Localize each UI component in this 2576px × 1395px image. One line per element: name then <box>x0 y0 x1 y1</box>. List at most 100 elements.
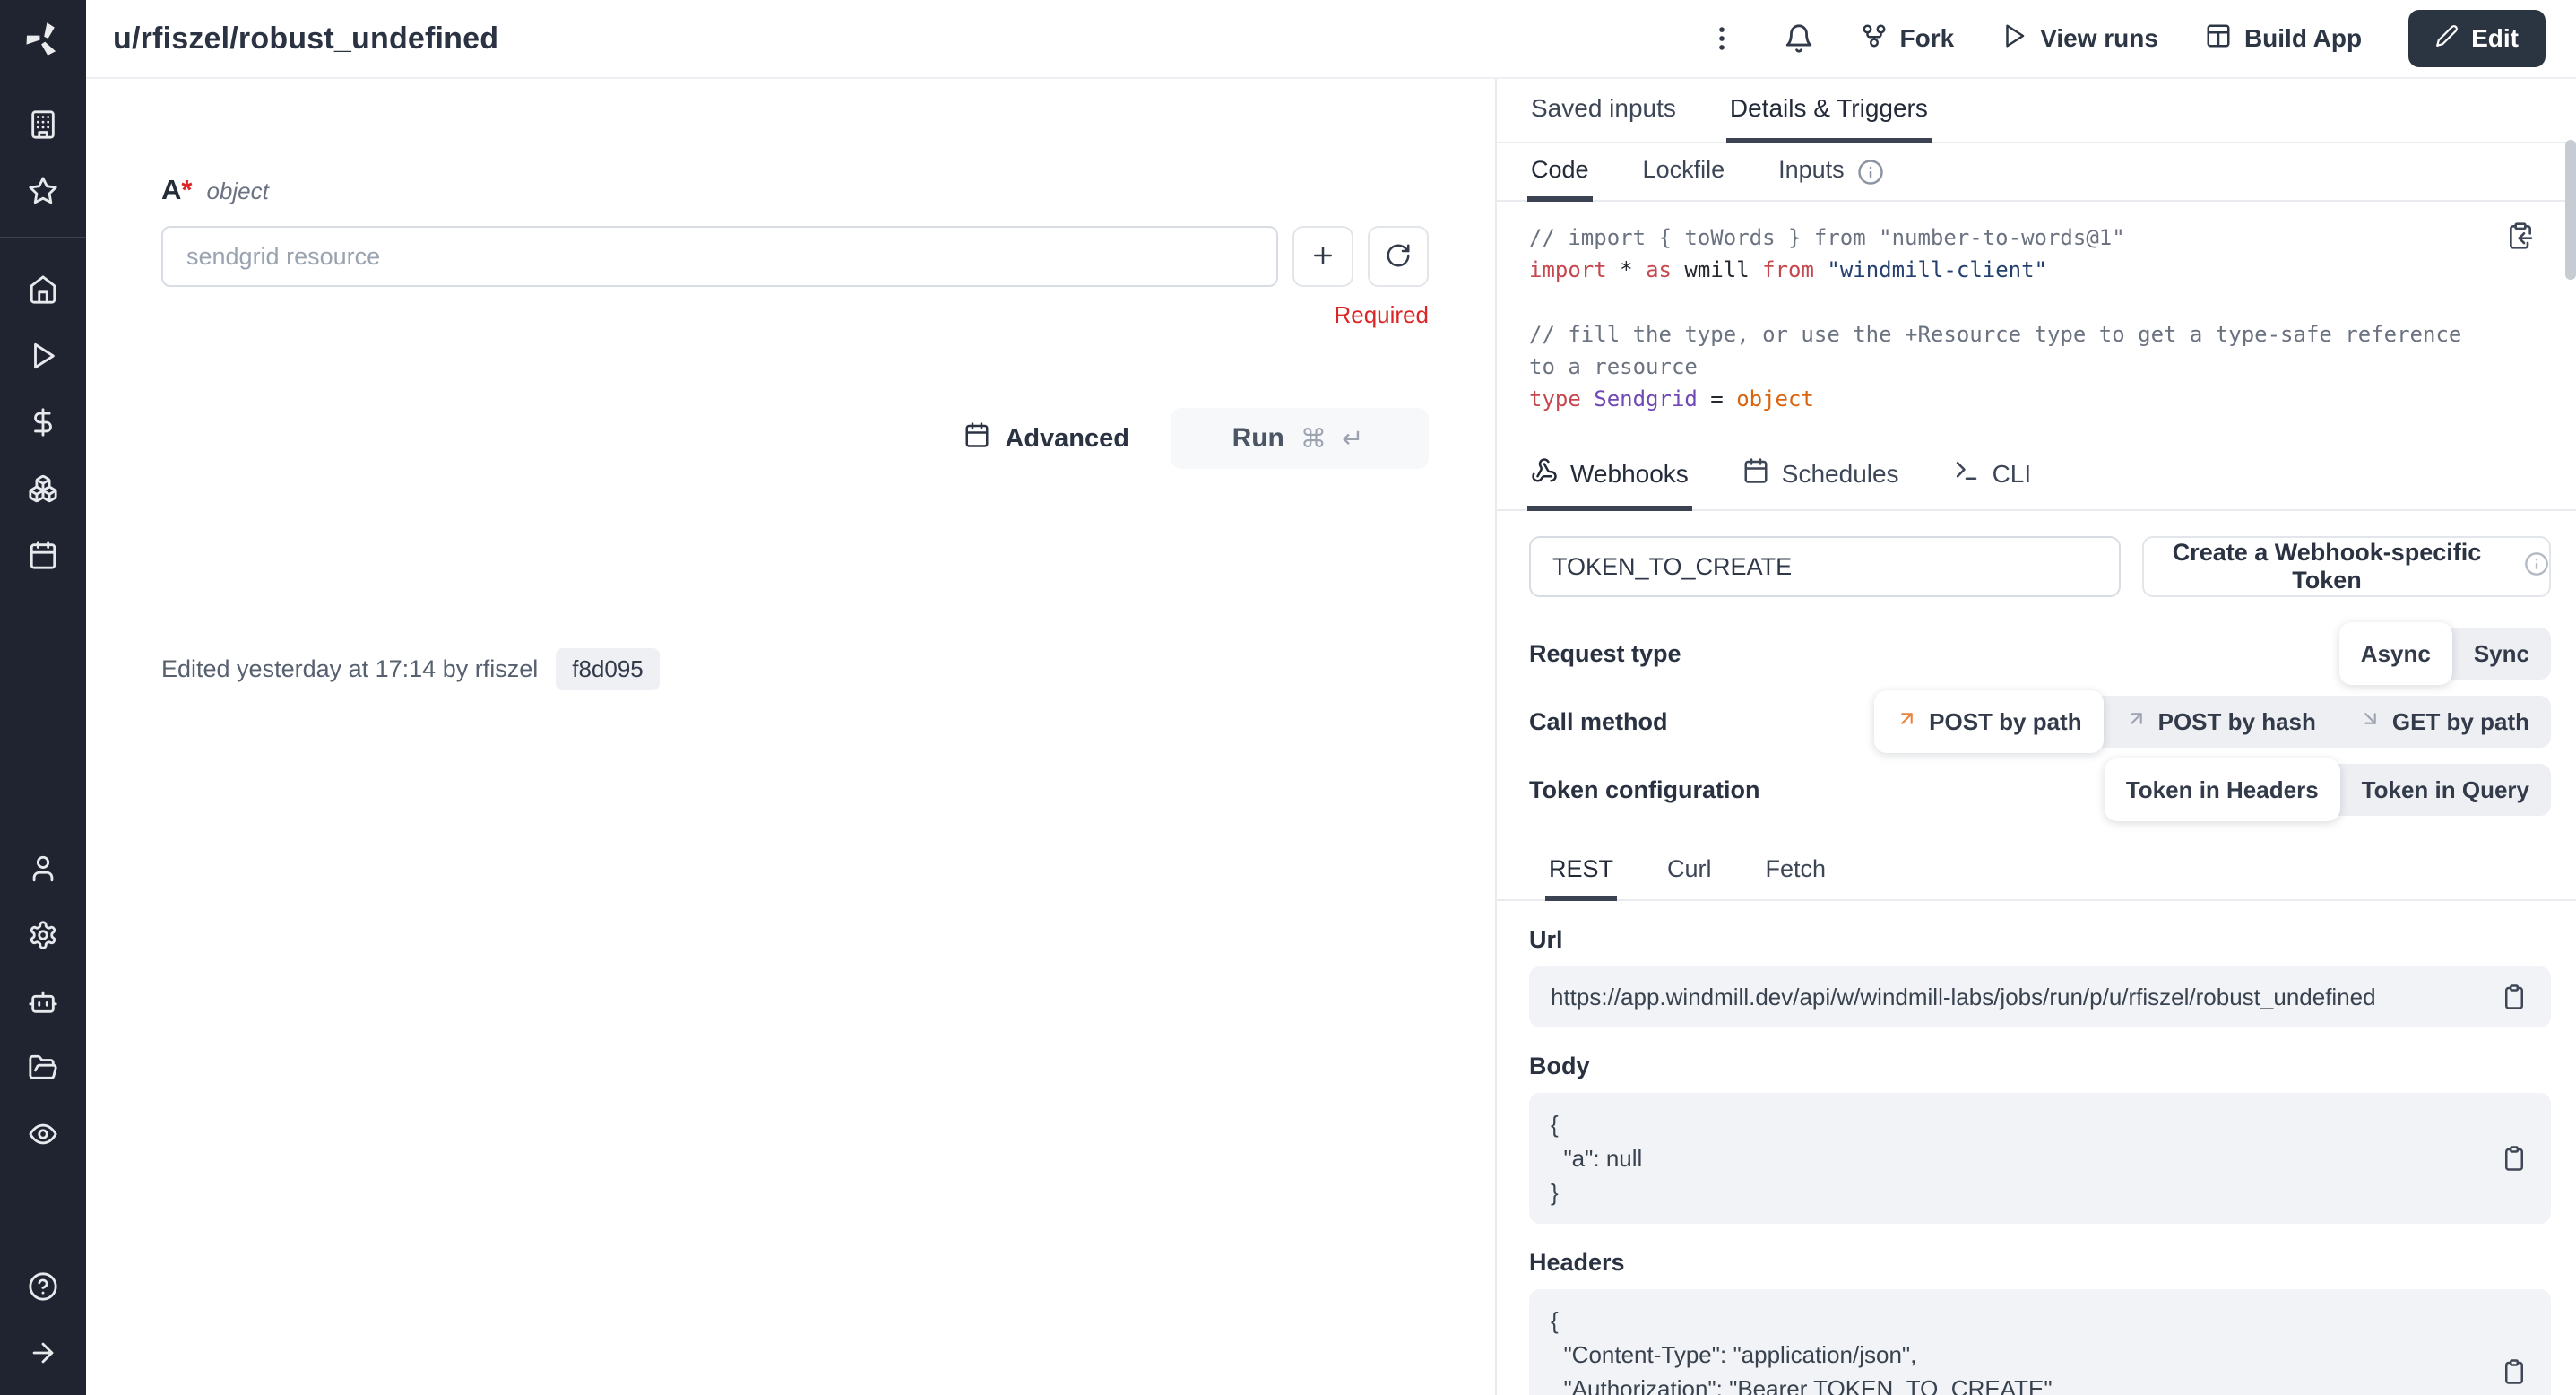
body-value: { "a": null } <box>1551 1107 2476 1209</box>
url-label: Url <box>1529 926 2551 954</box>
field-header: A* object <box>161 174 1429 206</box>
tab-curl[interactable]: Curl <box>1664 843 1716 901</box>
fork-button[interactable]: Fork <box>1861 22 1955 56</box>
tab-saved-inputs[interactable]: Saved inputs <box>1527 79 1680 143</box>
arrow-up-right-icon <box>1896 707 1918 736</box>
build-app-button[interactable]: Build App <box>2205 22 2362 56</box>
calendar-icon <box>1742 457 1769 490</box>
folders-icon[interactable] <box>28 1053 58 1083</box>
request-type-label: Request type <box>1529 640 1681 668</box>
refresh-button[interactable] <box>1368 226 1429 287</box>
resource-input[interactable] <box>161 226 1278 287</box>
resources-boxes-icon[interactable] <box>28 473 58 504</box>
settings-gear-icon[interactable] <box>28 920 58 950</box>
call-method-post-by-hash[interactable]: POST by hash <box>2104 696 2338 748</box>
help-icon[interactable] <box>28 1271 58 1302</box>
windmill-app: u/rfiszel/robust_undefined Fork View run… <box>0 0 2576 1395</box>
detail-tabs: Code Lockfile Inputs <box>1497 143 2576 202</box>
tab-inputs[interactable]: Inputs <box>1775 143 1884 202</box>
favorites-star-icon[interactable] <box>28 176 58 206</box>
call-method-post-by-path[interactable]: POST by path <box>1874 690 2103 753</box>
code-viewer: // import { toWords } from "number-to-wo… <box>1497 202 2576 442</box>
run-shortcut: ⌘ ↵ <box>1301 423 1368 454</box>
edit-button[interactable]: Edit <box>2408 10 2546 67</box>
topbar: u/rfiszel/robust_undefined Fork View run… <box>86 0 2576 79</box>
token-in-headers[interactable]: Token in Headers <box>2105 758 2340 821</box>
field-name: A* <box>161 174 192 206</box>
url-box: https://app.windmill.dev/api/w/windmill-… <box>1529 966 2551 1027</box>
tab-cli[interactable]: CLI <box>1949 442 2036 511</box>
field-type: object <box>206 178 268 205</box>
copy-body-icon[interactable] <box>2501 1145 2528 1172</box>
copy-url-icon[interactable] <box>2501 983 2528 1010</box>
request-type-toggle: Async Sync <box>2339 628 2551 680</box>
terminal-icon <box>1953 457 1980 490</box>
tab-webhooks[interactable]: Webhooks <box>1527 442 1692 511</box>
webhook-icon <box>1531 457 1558 490</box>
headers-box: { "Content-Type": "application/json", "A… <box>1529 1289 2551 1395</box>
panel-tabs: Saved inputs Details & Triggers <box>1497 79 2576 143</box>
layout-icon <box>2205 22 2232 56</box>
kebab-menu-icon[interactable] <box>1707 23 1737 54</box>
copy-headers-icon[interactable] <box>2501 1358 2528 1385</box>
arrow-down-right-icon <box>2359 707 2382 736</box>
token-configuration-toggle: Token in Headers Token in Query <box>2105 764 2551 816</box>
tab-fetch[interactable]: Fetch <box>1762 843 1830 901</box>
call-method-toggle: POST by path POST by hash GET by path <box>1874 696 2551 748</box>
required-hint: Required <box>161 301 1429 329</box>
body-box: { "a": null } <box>1529 1093 2551 1224</box>
url-value: https://app.windmill.dev/api/w/windmill-… <box>1551 983 2376 1011</box>
webhook-section: Create a Webhook-specific Token Request … <box>1497 511 2576 1395</box>
sidebar <box>0 0 86 1395</box>
trigger-tabs: Webhooks Schedules CLI <box>1497 442 2576 511</box>
tab-schedules[interactable]: Schedules <box>1739 442 1903 511</box>
required-asterisk: * <box>181 174 192 205</box>
calendar-icon <box>964 421 990 455</box>
sidebar-divider <box>0 237 86 238</box>
call-method-label: Call method <box>1529 708 1668 736</box>
workers-bot-icon[interactable] <box>28 986 58 1017</box>
example-tabs: REST Curl Fetch <box>1497 843 2576 901</box>
version-hash-badge: f8d095 <box>556 648 660 690</box>
edited-text: Edited yesterday at 17:14 by rfiszel <box>161 655 538 683</box>
tab-lockfile[interactable]: Lockfile <box>1639 143 1729 202</box>
add-resource-button[interactable] <box>1292 226 1353 287</box>
tab-rest[interactable]: REST <box>1545 843 1617 901</box>
tab-details-triggers[interactable]: Details & Triggers <box>1726 79 1932 143</box>
request-type-sync[interactable]: Sync <box>2452 628 2551 680</box>
workspace-building-icon[interactable] <box>28 109 58 140</box>
run-form: A* object Required Advanced <box>86 79 1495 1395</box>
request-type-async[interactable]: Async <box>2339 622 2452 685</box>
run-button[interactable]: Run ⌘ ↵ <box>1171 408 1429 469</box>
view-runs-button[interactable]: View runs <box>2001 22 2158 56</box>
plus-icon <box>1310 242 1336 272</box>
edited-info: Edited yesterday at 17:14 by rfiszel f8d… <box>161 648 1429 690</box>
body-label: Body <box>1529 1053 2551 1080</box>
headers-label: Headers <box>1529 1249 2551 1277</box>
token-input[interactable] <box>1529 536 2121 597</box>
headers-value: { "Content-Type": "application/json", "A… <box>1551 1304 2476 1395</box>
arrow-up-right-icon <box>2125 707 2148 736</box>
variables-dollar-icon[interactable] <box>28 407 58 438</box>
runs-play-icon[interactable] <box>28 341 58 371</box>
create-webhook-token-button[interactable]: Create a Webhook-specific Token <box>2142 536 2551 597</box>
notifications-bell-icon[interactable] <box>1784 23 1814 54</box>
topbar-actions: Fork View runs Build App Edit <box>1707 10 2546 67</box>
page-title: u/rfiszel/robust_undefined <box>113 22 1707 56</box>
token-configuration-label: Token configuration <box>1529 776 1760 804</box>
panel-scrollbar-thumb[interactable] <box>2565 140 2576 280</box>
windmill-logo[interactable] <box>22 18 65 61</box>
schedules-calendar-icon[interactable] <box>28 540 58 570</box>
call-method-get-by-path[interactable]: GET by path <box>2338 696 2551 748</box>
advanced-button[interactable]: Advanced <box>964 421 1129 455</box>
code-block: // import { toWords } from "number-to-wo… <box>1529 221 2494 415</box>
refresh-icon <box>1385 242 1412 272</box>
copy-code-icon[interactable] <box>2506 221 2535 250</box>
info-icon <box>1857 159 1880 182</box>
tab-code[interactable]: Code <box>1527 143 1593 202</box>
audit-eye-icon[interactable] <box>28 1119 58 1149</box>
home-icon[interactable] <box>28 274 58 305</box>
user-icon[interactable] <box>28 853 58 884</box>
token-in-query[interactable]: Token in Query <box>2340 764 2551 816</box>
expand-sidebar-arrow-icon[interactable] <box>28 1338 58 1368</box>
